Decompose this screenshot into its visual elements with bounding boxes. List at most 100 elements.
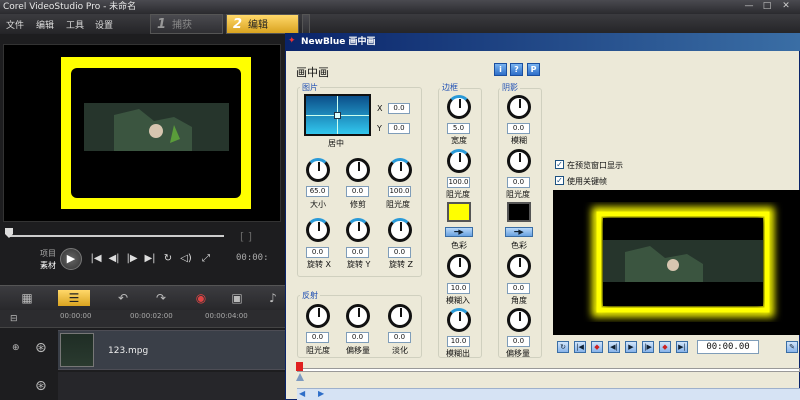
- scroll-left-icon[interactable]: ◀: [299, 389, 305, 398]
- crop-input[interactable]: 0.0: [346, 186, 369, 197]
- crop-knob[interactable]: [346, 158, 370, 182]
- position-pad[interactable]: [304, 94, 371, 136]
- undo-icon[interactable]: ↶: [112, 290, 134, 306]
- minimize-button[interactable]: —: [742, 1, 756, 12]
- expand-icon[interactable]: ⤢: [200, 253, 212, 265]
- mode-clip-label[interactable]: 素材: [40, 260, 56, 271]
- keyframe-track[interactable]: [297, 368, 800, 372]
- border-opacity-input[interactable]: 100.0: [447, 177, 470, 188]
- track-manager-icon[interactable]: ⊟: [10, 314, 18, 324]
- loop-icon[interactable]: ↻: [557, 341, 569, 353]
- border-fade-out-knob[interactable]: [447, 308, 471, 332]
- reflection-opacity-knob[interactable]: [306, 304, 330, 328]
- shadow-angle-knob[interactable]: [507, 254, 531, 278]
- shadow-opacity-knob[interactable]: [507, 149, 531, 173]
- track-lock-icon[interactable]: ⊕: [12, 343, 20, 353]
- size-input[interactable]: 65.0: [306, 186, 329, 197]
- prev-frame-icon[interactable]: ◀|: [108, 253, 120, 265]
- go-start-icon[interactable]: |◀: [90, 253, 102, 265]
- playback-progress-bar[interactable]: [9, 235, 224, 237]
- reflection-fade-knob[interactable]: [388, 304, 412, 328]
- rotate-x-knob[interactable]: [306, 218, 330, 242]
- edit-icon[interactable]: ✎: [786, 341, 798, 353]
- clip-thumbnail[interactable]: [60, 333, 94, 367]
- repeat-icon[interactable]: ↻: [162, 253, 174, 265]
- rotate-z-input[interactable]: 0.0: [388, 247, 411, 258]
- shadow-blur-input[interactable]: 0.0: [507, 123, 530, 134]
- prev-keyframe-icon[interactable]: ◆: [591, 341, 603, 353]
- border-fade-in-knob[interactable]: [447, 254, 471, 278]
- go-end-icon[interactable]: ▶|: [676, 341, 688, 353]
- rotate-y-knob[interactable]: [346, 218, 370, 242]
- menu-file[interactable]: 文件: [6, 18, 24, 31]
- keyframe-marker[interactable]: [296, 362, 303, 371]
- shadow-blur-knob[interactable]: [507, 95, 531, 119]
- border-width-input[interactable]: 5.0: [447, 123, 470, 134]
- dialog-timecode[interactable]: 00:00.00: [697, 340, 759, 354]
- border-fade-out-input[interactable]: 10.0: [447, 336, 470, 347]
- player-timecode[interactable]: 00:00:: [236, 253, 269, 263]
- border-fade-in-label: 模糊入: [446, 296, 470, 305]
- shadow-angle-input[interactable]: 0.0: [507, 283, 530, 294]
- go-start-icon[interactable]: |◀: [574, 341, 586, 353]
- reflection-offset-input[interactable]: 0.0: [346, 332, 369, 343]
- rotate-y-input[interactable]: 0.0: [346, 247, 369, 258]
- record-icon[interactable]: ◉: [190, 290, 212, 306]
- shadow-color-picker-button[interactable]: ━▶: [505, 227, 533, 237]
- border-color-swatch[interactable]: [447, 202, 471, 222]
- border-opacity-knob[interactable]: [447, 149, 471, 173]
- step-edit-tab[interactable]: 2 编辑: [226, 14, 299, 34]
- trim-marks[interactable]: [ ]: [240, 230, 252, 243]
- y-input[interactable]: 0.0: [388, 123, 410, 134]
- reflection-opacity-input[interactable]: 0.0: [306, 332, 329, 343]
- show-in-preview-checkbox[interactable]: ✓: [555, 160, 564, 169]
- audio-mixer-icon[interactable]: ♪: [262, 290, 284, 306]
- storyboard-view-icon[interactable]: ▦: [16, 290, 38, 306]
- next-frame-icon[interactable]: |▶: [126, 253, 138, 265]
- rotate-z-label: 旋转 Z: [389, 260, 414, 269]
- step-capture-tab[interactable]: 1 捕获: [150, 14, 223, 34]
- x-input[interactable]: 0.0: [388, 103, 410, 114]
- shadow-offset-input[interactable]: 0.0: [507, 336, 530, 347]
- maximize-button[interactable]: □: [760, 1, 774, 12]
- capture-icon[interactable]: ▣: [226, 290, 248, 306]
- go-end-icon[interactable]: ▶|: [144, 253, 156, 265]
- help-button[interactable]: ?: [510, 63, 523, 76]
- position-handle[interactable]: [334, 112, 341, 119]
- clip-name[interactable]: 123.mpg: [108, 346, 148, 356]
- close-button[interactable]: ✕: [779, 1, 793, 12]
- scroll-right-icon[interactable]: ▶: [318, 389, 324, 398]
- info-button[interactable]: i: [494, 63, 507, 76]
- preset-button[interactable]: P: [527, 63, 540, 76]
- reflection-fade-input[interactable]: 0.0: [388, 332, 411, 343]
- redo-icon[interactable]: ↷: [150, 290, 172, 306]
- menu-tools[interactable]: 工具: [66, 18, 84, 31]
- use-keyframes-checkbox[interactable]: ✓: [555, 176, 564, 185]
- play-icon[interactable]: ▶: [625, 341, 637, 353]
- rotate-x-input[interactable]: 0.0: [306, 247, 329, 258]
- opacity-knob[interactable]: [388, 158, 412, 182]
- reflection-offset-label: 偏移量: [346, 346, 370, 355]
- volume-icon[interactable]: ◁): [180, 253, 192, 265]
- next-keyframe-icon[interactable]: ◆: [659, 341, 671, 353]
- border-color-picker-button[interactable]: ━▶: [445, 227, 473, 237]
- border-fade-in-input[interactable]: 10.0: [447, 283, 470, 294]
- shadow-offset-knob[interactable]: [507, 308, 531, 332]
- menu-edit[interactable]: 编辑: [36, 18, 54, 31]
- step-share-tab[interactable]: 3分享: [302, 14, 310, 34]
- mode-project-label[interactable]: 项目: [40, 248, 56, 259]
- timeline-view-icon[interactable]: ☰: [58, 290, 90, 306]
- overlay-track[interactable]: [58, 372, 285, 400]
- opacity-input[interactable]: 100.0: [388, 186, 411, 197]
- menu-settings[interactable]: 设置: [95, 18, 113, 31]
- next-frame-icon[interactable]: |▶: [642, 341, 654, 353]
- keyframe-scrollbar[interactable]: [297, 388, 800, 400]
- prev-frame-icon[interactable]: ◀|: [608, 341, 620, 353]
- border-width-knob[interactable]: [447, 95, 471, 119]
- reflection-offset-knob[interactable]: [346, 304, 370, 328]
- shadow-color-swatch[interactable]: [507, 202, 531, 222]
- play-button[interactable]: ▶: [60, 248, 82, 270]
- size-knob[interactable]: [306, 158, 330, 182]
- rotate-z-knob[interactable]: [388, 218, 412, 242]
- shadow-opacity-input[interactable]: 0.0: [507, 177, 530, 188]
